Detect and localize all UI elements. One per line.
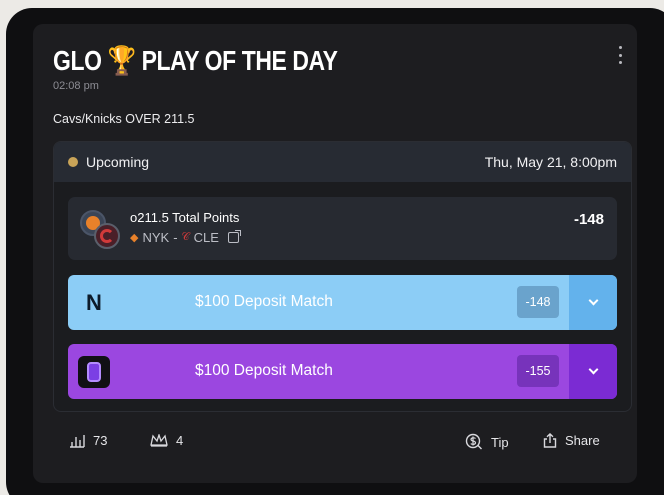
sportsbook-offer[interactable]: N $100 Deposit Match -148 xyxy=(68,275,617,330)
offer-promo: $100 Deposit Match xyxy=(195,362,333,379)
novig-logo-icon: N xyxy=(78,287,110,319)
bet-title: o211.5 Total Points xyxy=(130,210,240,225)
prizepicks-logo-icon xyxy=(78,356,110,388)
post-time: 02:08 pm xyxy=(53,80,99,92)
share-label: Share xyxy=(565,433,600,448)
crown-icon xyxy=(150,434,168,447)
post-card: GLO 🏆 PLAY OF THE DAY 02:08 pm Cavs/Knic… xyxy=(33,24,637,483)
offer-odds[interactable]: -155 xyxy=(517,355,559,387)
event-header: Upcoming Thu, May 21, 8:00pm xyxy=(54,142,631,182)
away-team: NYK xyxy=(142,230,170,245)
event-date: Thu, May 21, 8:00pm xyxy=(484,154,617,170)
post-title: GLO 🏆 PLAY OF THE DAY xyxy=(53,45,338,76)
tip-button[interactable]: Tip xyxy=(465,433,509,451)
sportsbook-offer[interactable]: $100 Deposit Match -155 xyxy=(68,344,617,399)
bet-line[interactable]: o211.5 Total Points ◆ NYK - 𝒞 CLE -148 xyxy=(68,197,617,260)
share-button[interactable]: Share xyxy=(543,433,600,448)
team-logos xyxy=(80,210,122,250)
post-footer: 73 4 Tip Share xyxy=(53,433,617,453)
event-card: Upcoming Thu, May 21, 8:00pm o211.5 Tota… xyxy=(53,141,632,412)
dollar-coin-icon xyxy=(465,433,482,450)
stats-button[interactable]: 73 xyxy=(69,433,107,448)
more-vertical-icon[interactable] xyxy=(615,46,625,64)
home-team: CLE xyxy=(193,230,219,245)
crown-button[interactable]: 4 xyxy=(150,433,183,448)
bet-odds: -148 xyxy=(573,211,604,228)
post-header: GLO 🏆 PLAY OF THE DAY xyxy=(53,44,400,77)
status-badge: Upcoming xyxy=(68,154,149,170)
chevron-down-icon[interactable] xyxy=(569,275,617,330)
matchup-separator: - xyxy=(173,230,178,245)
external-link-icon[interactable] xyxy=(227,230,241,243)
offer-odds[interactable]: -148 xyxy=(517,286,559,318)
status-dot-icon xyxy=(68,157,78,167)
crown-count: 4 xyxy=(176,433,184,448)
post-caption: Cavs/Knicks OVER 211.5 xyxy=(53,112,195,126)
offer-promo: $100 Deposit Match xyxy=(195,293,333,310)
status-label: Upcoming xyxy=(86,154,150,170)
bet-matchup: ◆ NYK - 𝒞 CLE xyxy=(130,230,241,245)
share-icon xyxy=(543,433,557,448)
tip-label: Tip xyxy=(491,434,509,450)
bar-chart-icon xyxy=(70,434,85,448)
cavaliers-logo-icon xyxy=(94,223,120,249)
chevron-down-icon[interactable] xyxy=(569,344,617,399)
cavaliers-mini-icon: 𝒞 xyxy=(181,231,190,243)
stats-count: 73 xyxy=(93,433,108,448)
knicks-mini-icon: ◆ xyxy=(130,232,139,244)
